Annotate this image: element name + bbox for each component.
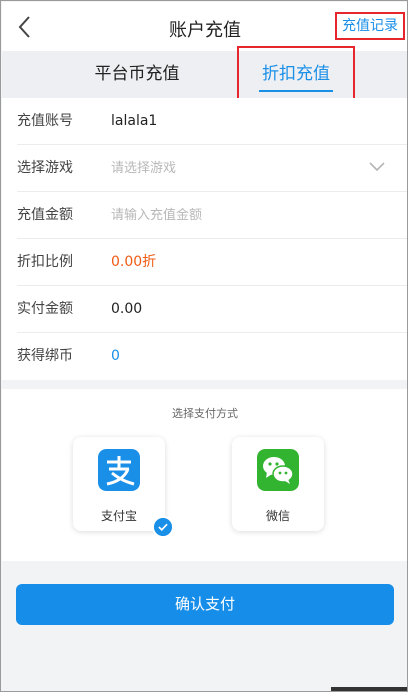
amount-label: 充值金额 [17, 207, 73, 223]
game-select-row[interactable]: 选择游戏 请选择游戏 [17, 145, 407, 192]
header: 账户充值 充值记录 [2, 2, 407, 51]
tab-bar: 平台币充值 折扣充值 [2, 51, 407, 98]
discount-label: 折扣比例 [17, 254, 73, 270]
bonus-value: 0 [111, 348, 120, 364]
bonus-row: 获得绑币 0 [17, 333, 407, 380]
game-label: 选择游戏 [17, 160, 73, 176]
game-select[interactable]: 请选择游戏 [111, 145, 176, 192]
payment-option-wechat[interactable]: 微信 [232, 437, 324, 531]
tab-discount-label: 折扣充值 [262, 64, 330, 84]
wechat-label: 微信 [265, 509, 290, 523]
alipay-label: 支付宝 [100, 509, 137, 523]
payment-title: 选择支付方式 [172, 407, 238, 420]
account-row: 充值账号 lalala1 [17, 98, 407, 145]
account-label: 充值账号 [17, 113, 73, 129]
amount-row: 充值金额 请输入充值金额 [17, 192, 407, 239]
tab-platform-coin[interactable]: 平台币充值 [72, 51, 202, 98]
alipay-icon [98, 449, 140, 491]
recharge-form: 充值账号 lalala1 选择游戏 请选择游戏 充值金额 请输入充值金额 折扣比… [2, 98, 407, 380]
tab-discount-recharge[interactable]: 折扣充值 [240, 51, 352, 98]
selected-check-icon [152, 516, 174, 538]
account-value: lalala1 [111, 113, 158, 129]
pay-amount-row: 实付金额 0.00 [17, 286, 407, 333]
amount-input[interactable]: 请输入充值金额 [111, 192, 202, 239]
recharge-history-link[interactable]: 充值记录 [335, 12, 405, 40]
discount-row: 折扣比例 0.00折 [17, 239, 407, 286]
wechat-icon [257, 449, 299, 491]
confirm-pay-button[interactable]: 确认支付 [16, 584, 394, 625]
pay-amount-label: 实付金额 [17, 301, 73, 317]
active-tab-indicator [259, 90, 333, 92]
chevron-down-icon[interactable] [368, 161, 386, 173]
pay-amount-value: 0.00 [111, 301, 143, 317]
discount-value: 0.00折 [111, 254, 157, 270]
payment-section: 选择支付方式 支付宝 微信 [2, 389, 407, 561]
payment-option-alipay[interactable]: 支付宝 [73, 437, 165, 531]
bonus-label: 获得绑币 [17, 348, 73, 364]
bottom-edge-bar [331, 687, 407, 691]
app-frame: 账户充值 充值记录 平台币充值 折扣充值 充值账号 lalala1 选择游戏 请… [0, 0, 408, 692]
